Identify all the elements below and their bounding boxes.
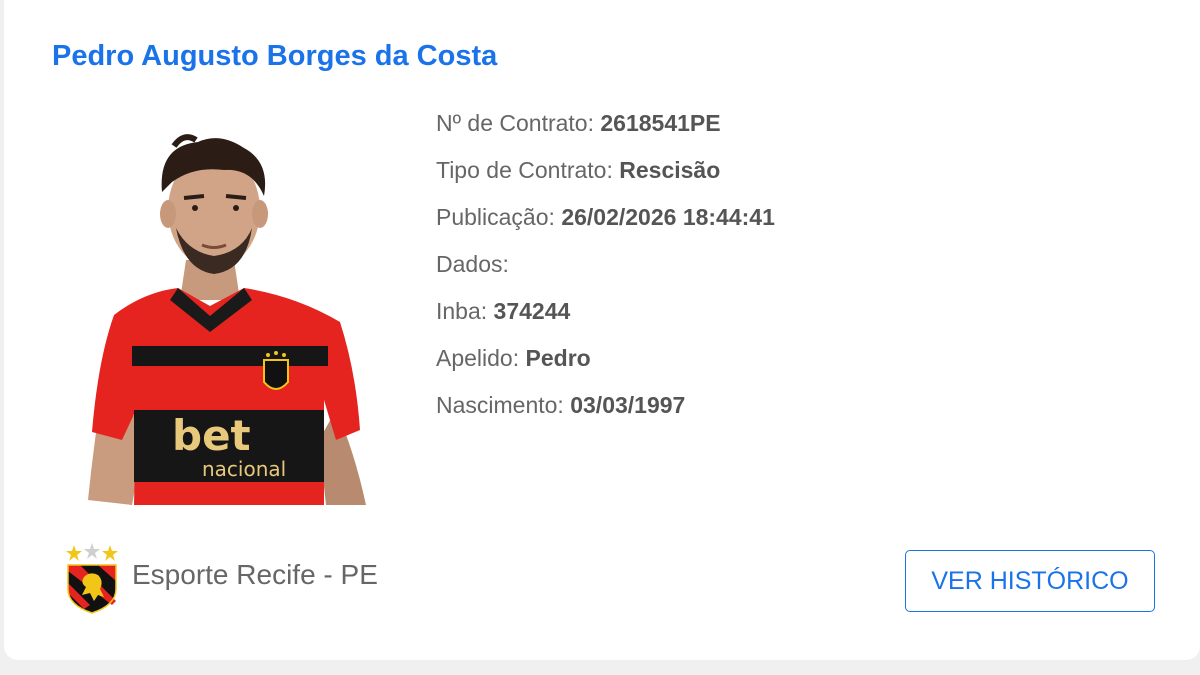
nickname-row: Apelido: Pedro: [436, 341, 775, 388]
birth-label: Nascimento:: [436, 392, 571, 418]
data-header-row: Dados:: [436, 247, 775, 294]
data-header-label: Dados:: [436, 251, 509, 277]
player-photo: bet nacional: [74, 110, 384, 505]
contract-number-value: 2618541PE: [600, 110, 721, 136]
nickname-value: Pedro: [525, 345, 591, 371]
publication-label: Publicação:: [436, 204, 562, 230]
club-info: Esporte Recife - PE: [60, 543, 378, 615]
player-name: Pedro Augusto Borges da Costa: [52, 40, 498, 72]
publication-row: Publicação: 26/02/2026 18:44:41: [436, 200, 775, 247]
birth-value: 03/03/1997: [570, 392, 686, 418]
contract-number-label: Nº de Contrato:: [436, 110, 601, 136]
contract-type-value: Rescisão: [619, 157, 721, 183]
sponsor-nacional-text: nacional: [202, 457, 286, 481]
inba-label: Inba:: [436, 298, 494, 324]
contract-details: Nº de Contrato: 2618541PE Tipo de Contra…: [436, 106, 775, 435]
contract-number-row: Nº de Contrato: 2618541PE: [436, 106, 775, 153]
club-name: Esporte Recife - PE: [132, 559, 378, 590]
view-history-button[interactable]: VER HISTÓRICO: [905, 550, 1155, 612]
nickname-label: Apelido:: [436, 345, 526, 371]
player-card: Pedro Augusto Borges da Costa bet nacion…: [4, 0, 1200, 660]
sponsor-bet-text: bet: [172, 411, 251, 460]
inba-value: 374244: [493, 298, 571, 324]
contract-type-row: Tipo de Contrato: Rescisão: [436, 153, 775, 200]
inba-row: Inba: 374244: [436, 294, 775, 341]
sport-recife-crest-icon: [60, 543, 124, 615]
contract-type-label: Tipo de Contrato:: [436, 157, 620, 183]
publication-value: 26/02/2026 18:44:41: [561, 204, 775, 230]
birth-row: Nascimento: 03/03/1997: [436, 388, 775, 435]
